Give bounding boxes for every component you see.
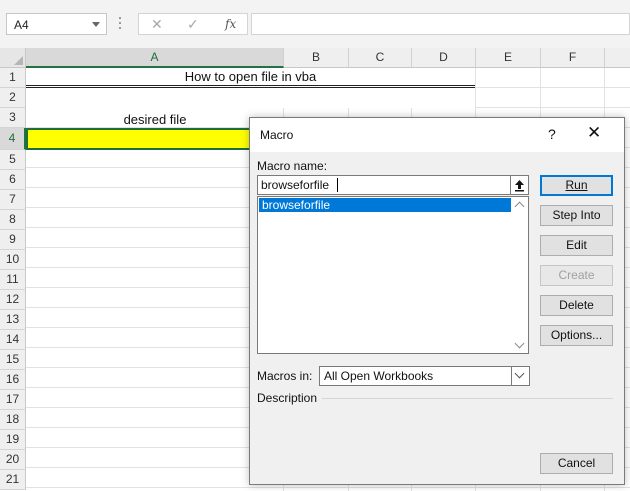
row-header-21[interactable]: 21 [0, 470, 26, 490]
row-header-17[interactable]: 17 [0, 390, 26, 410]
macro-name-label: Macro name: [257, 159, 328, 173]
upload-arrow-icon [515, 180, 524, 192]
formula-buttons: ✕ ✓ fx [138, 13, 248, 35]
run-button[interactable]: Run [540, 175, 613, 196]
macros-in-label: Macros in: [257, 369, 313, 383]
cell-row-2[interactable] [26, 88, 475, 108]
description-label: Description [257, 391, 318, 405]
column-header-e[interactable]: E [476, 48, 541, 68]
column-header-d[interactable]: D [412, 48, 476, 68]
row-header-13[interactable]: 13 [0, 310, 26, 330]
chevron-down-icon[interactable] [92, 22, 100, 27]
chevron-down-icon[interactable] [511, 367, 529, 385]
list-scrollbar[interactable] [511, 197, 528, 353]
row-header-14[interactable]: 14 [0, 330, 26, 350]
options-button[interactable]: Options... [540, 325, 613, 346]
run-button-label: Run [565, 178, 588, 192]
cell-a1-title[interactable]: How to open file in vba [26, 68, 475, 88]
macro-dialog: Macro ? ✕ Macro name: browseforfile brow… [249, 117, 625, 485]
macros-in-select[interactable]: All Open Workbooks [319, 366, 530, 386]
description-divider [322, 398, 613, 399]
check-icon[interactable]: ✓ [187, 16, 199, 33]
scroll-up-icon[interactable] [514, 201, 525, 212]
insert-function-icon[interactable]: fx [225, 17, 236, 31]
row-header-16[interactable]: 16 [0, 370, 26, 390]
column-header-a[interactable]: A [26, 48, 284, 68]
column-header-b[interactable]: B [284, 48, 349, 68]
row-header-9[interactable]: 9 [0, 230, 26, 250]
dialog-titlebar[interactable]: Macro ? ✕ [250, 118, 624, 152]
macro-list[interactable]: browseforfile [257, 196, 529, 354]
name-box-value: A4 [14, 18, 29, 32]
column-header-f[interactable]: F [541, 48, 605, 68]
dialog-title: Macro [260, 128, 294, 142]
row-header-8[interactable]: 8 [0, 210, 26, 230]
macro-name-value: browseforfile [261, 178, 330, 192]
cell-a3[interactable]: desired file [26, 108, 284, 128]
row-header-4[interactable]: 4 [0, 128, 26, 150]
macro-name-input[interactable]: browseforfile [257, 175, 511, 195]
drag-handle-icon[interactable] [119, 14, 122, 34]
row-header-19[interactable]: 19 [0, 430, 26, 450]
row-header-6[interactable]: 6 [0, 170, 26, 190]
macros-in-value: All Open Workbooks [324, 369, 434, 383]
cancel-icon[interactable]: ✕ [151, 16, 163, 33]
column-header-partial[interactable] [605, 48, 630, 68]
macro-list-item[interactable]: browseforfile [259, 198, 512, 212]
row-header-20[interactable]: 20 [0, 450, 26, 470]
step-into-button[interactable]: Step Into [540, 205, 613, 226]
delete-button[interactable]: Delete [540, 295, 613, 316]
edit-button[interactable]: Edit [540, 235, 613, 256]
row-header-7[interactable]: 7 [0, 190, 26, 210]
create-button[interactable]: Create [540, 265, 613, 286]
column-header-c[interactable]: C [349, 48, 412, 68]
row-header-11[interactable]: 11 [0, 270, 26, 290]
cancel-button[interactable]: Cancel [540, 453, 613, 474]
row-header-2[interactable]: 2 [0, 88, 26, 108]
formula-bar: A4 ✕ ✓ fx [0, 0, 630, 48]
collapse-dialog-button[interactable] [510, 175, 529, 195]
scroll-down-icon[interactable] [514, 338, 525, 349]
text-caret [337, 178, 338, 192]
help-icon[interactable]: ? [548, 126, 556, 142]
row-header-15[interactable]: 15 [0, 350, 26, 370]
row-header-5[interactable]: 5 [0, 150, 26, 170]
row-header-10[interactable]: 10 [0, 250, 26, 270]
select-all-button[interactable] [0, 48, 26, 68]
row-header-12[interactable]: 12 [0, 290, 26, 310]
row-header-1[interactable]: 1 [0, 68, 26, 88]
close-icon[interactable]: ✕ [587, 123, 601, 143]
row-header-3[interactable]: 3 [0, 108, 26, 128]
row-header-18[interactable]: 18 [0, 410, 26, 430]
formula-input[interactable] [251, 13, 630, 35]
name-box[interactable]: A4 [6, 13, 107, 35]
cell-a4-selected[interactable] [26, 128, 258, 150]
